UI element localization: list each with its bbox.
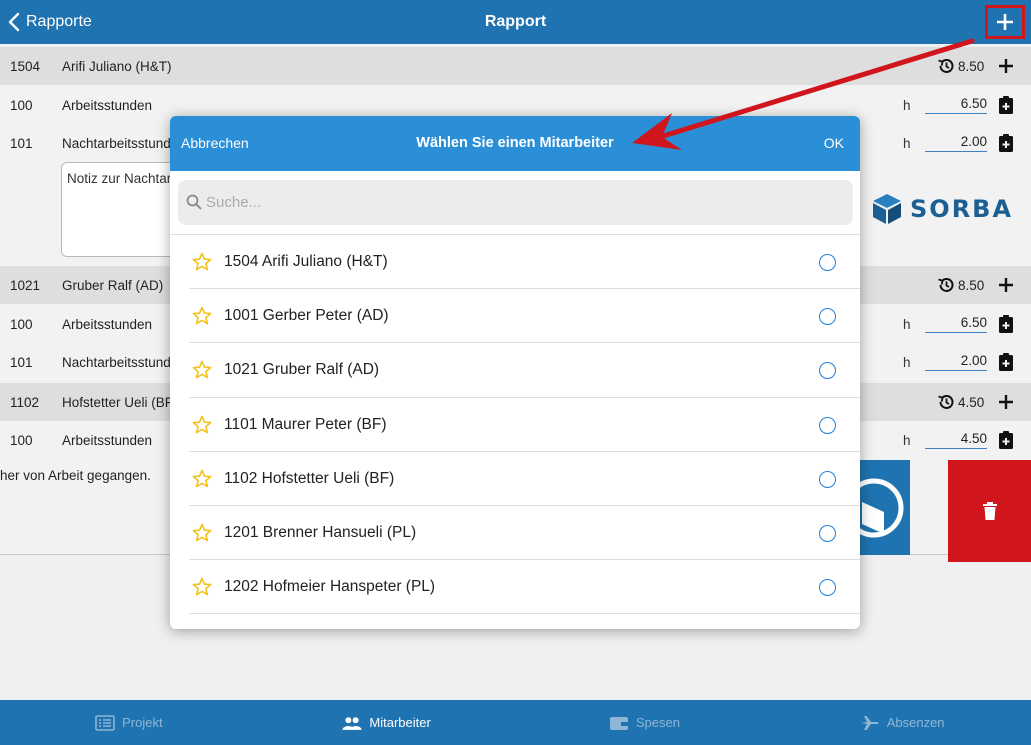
tab-absenzen[interactable]: Absenzen (773, 700, 1031, 745)
modal-header: Abbrechen Wählen Sie einen Mitarbeiter O… (170, 116, 860, 171)
star-icon[interactable] (192, 469, 212, 489)
cancel-button[interactable]: Abbrechen (181, 116, 249, 171)
radio-button[interactable] (819, 470, 836, 488)
navigation-bar: Rapporte Rapport (0, 0, 1031, 44)
radio-button[interactable] (819, 416, 836, 434)
star-icon[interactable] (192, 523, 212, 543)
employee-label: 1201 Brenner Hansueli (PL) (224, 523, 417, 541)
search-input[interactable] (206, 180, 846, 225)
employee-list: 1504 Arifi Juliano (H&T) 1001 Gerber Pet… (170, 234, 860, 615)
employee-label: 1021 Gruber Ralf (AD) (224, 361, 380, 379)
radio-button[interactable] (819, 579, 836, 597)
bottom-tab-bar: Projekt Mitarbeiter Spesen Absenzen (0, 700, 1031, 745)
employee-label: 1102 Hofstetter Ueli (BF) (224, 469, 395, 487)
star-icon[interactable] (192, 252, 212, 272)
page-title: Rapport (484, 13, 547, 30)
search-bar[interactable] (178, 180, 853, 225)
ok-button[interactable]: OK (824, 116, 844, 171)
tab-projekt[interactable]: Projekt (0, 700, 258, 745)
star-icon[interactable] (192, 577, 212, 597)
list-item[interactable]: 1202 Hofmeier Hanspeter (PL) (189, 560, 860, 615)
wallet-icon (609, 716, 628, 730)
radio-button[interactable] (819, 254, 836, 271)
list-item[interactable]: 1001 Gerber Peter (AD) (189, 289, 860, 344)
tab-mitarbeiter[interactable]: Mitarbeiter (258, 700, 516, 745)
employee-label: 1504 Arifi Juliano (H&T) (224, 253, 388, 270)
star-icon[interactable] (192, 360, 212, 380)
employee-label: 1001 Gerber Peter (AD) (224, 307, 389, 325)
star-icon[interactable] (192, 415, 212, 435)
list-item[interactable]: 1201 Brenner Hansueli (PL) (189, 506, 860, 561)
radio-button[interactable] (819, 524, 836, 542)
list-icon (95, 714, 115, 731)
chevron-left-icon (8, 12, 20, 32)
back-button-label: Rapporte (26, 13, 92, 30)
employee-picker-modal: Abbrechen Wählen Sie einen Mitarbeiter O… (170, 116, 860, 629)
list-item[interactable]: 1101 Maurer Peter (BF) (189, 398, 860, 452)
tab-label: Spesen (635, 715, 680, 730)
radio-button[interactable] (819, 308, 836, 326)
tab-label: Absenzen (886, 715, 945, 730)
employee-label: 1101 Maurer Peter (BF) (224, 415, 387, 433)
search-icon (186, 194, 202, 210)
add-employee-button[interactable] (985, 5, 1025, 39)
tab-spesen[interactable]: Spesen (516, 700, 774, 745)
list-item[interactable]: 1504 Arifi Juliano (H&T) (189, 235, 860, 290)
list-item[interactable]: 1021 Gruber Ralf (AD) (189, 343, 860, 398)
back-button[interactable]: Rapporte (8, 0, 92, 44)
modal-title: Wählen Sie einen Mitarbeiter (416, 135, 614, 151)
airplane-icon (860, 715, 879, 730)
radio-button[interactable] (819, 362, 836, 380)
tab-label: Projekt (122, 715, 163, 730)
employee-label: 1202 Hofmeier Hanspeter (PL) (224, 578, 436, 596)
tab-label: Mitarbeiter (369, 715, 431, 730)
people-icon (342, 716, 362, 730)
list-item[interactable]: 1102 Hofstetter Ueli (BF) (189, 452, 860, 506)
star-icon[interactable] (192, 306, 212, 326)
plus-icon (997, 14, 1013, 30)
